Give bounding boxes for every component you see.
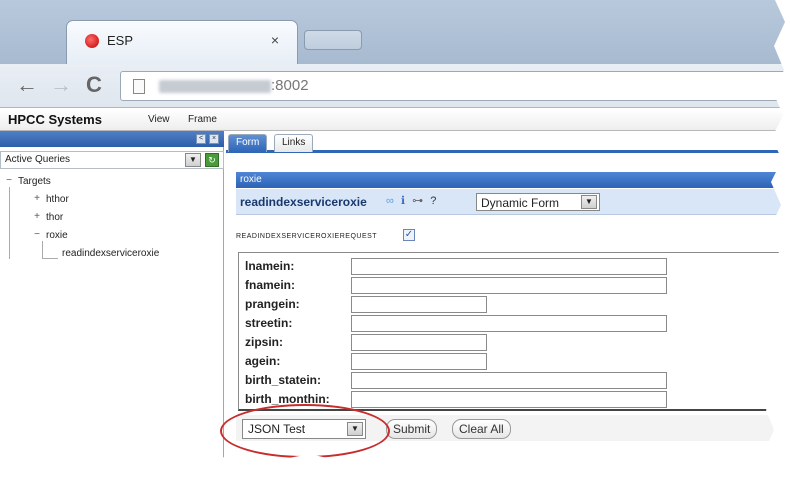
screenshot: ESP × ← → C :8002 HPCC Systems View Fram… (0, 0, 790, 489)
service-row: readindexserviceroxie ∞ ℹ ⊶ ? Dynamic Fo… (236, 189, 790, 215)
agein-input[interactable] (351, 353, 487, 370)
refresh-icon[interactable]: ↻ (205, 153, 219, 167)
browser-tab-title: ESP (107, 33, 134, 48)
tree-item-hthor[interactable]: hthor (46, 194, 69, 205)
redacted-host (159, 80, 271, 93)
birth-statein-input[interactable] (351, 372, 667, 389)
field-label-lnamein: lnamein: (245, 259, 295, 273)
link-icon[interactable]: ∞ (386, 195, 396, 207)
tree-item-thor[interactable]: thor (46, 212, 63, 223)
tab-links[interactable]: Links (274, 134, 314, 152)
tree-root-targets[interactable]: Targets (18, 176, 51, 187)
tab-form[interactable]: Form (228, 134, 268, 152)
tree-item-readindexserviceroxie[interactable]: readindexserviceroxie (62, 248, 159, 259)
collapse-icon[interactable]: < (196, 134, 206, 144)
annotation-ring (220, 404, 390, 458)
zipsin-input[interactable] (351, 334, 487, 351)
info-icon[interactable]: ℹ (401, 195, 407, 207)
service-name: readindexserviceroxie (240, 195, 367, 209)
schema-icon[interactable]: ⊶ (412, 195, 425, 207)
tree-item-roxie[interactable]: roxie (46, 230, 68, 241)
cluster-name: roxie (240, 174, 262, 185)
collapse-toggle-icon[interactable]: − (4, 175, 14, 186)
lnamein-input[interactable] (351, 258, 667, 275)
field-label-prangein: prangein: (245, 297, 300, 311)
app-menubar: HPCC Systems View Frame (0, 109, 790, 131)
browser-toolbar: ← → C :8002 (0, 64, 790, 108)
fnamein-input[interactable] (351, 277, 667, 294)
menu-view[interactable]: View (148, 114, 170, 125)
browser-tabstrip: ESP × (0, 0, 790, 64)
chevron-down-icon[interactable]: ▼ (581, 195, 597, 209)
form-mode-value: Dynamic Form (481, 196, 560, 210)
service-action-icons: ∞ ℹ ⊶ ? (386, 194, 438, 207)
request-label: readindexserviceroxieRequest (236, 233, 378, 240)
birth-monthin-input[interactable] (351, 391, 667, 408)
query-type-value: Active Queries (5, 154, 71, 165)
field-label-fnamein: fnamein: (245, 278, 296, 292)
expand-toggle-icon[interactable]: + (32, 193, 42, 204)
field-label-zipsin: zipsin: (245, 335, 283, 349)
tree-connector (42, 241, 43, 259)
collapse-toggle-icon[interactable]: − (32, 229, 42, 240)
form-tabbar: Form Links (226, 131, 790, 153)
site-favicon-icon (85, 34, 99, 48)
field-label-agein: agein: (245, 354, 281, 368)
close-panel-icon[interactable]: × (209, 134, 219, 144)
query-type-select[interactable]: Active Queries ▼ ↻ (0, 151, 224, 169)
field-label-birth-statein: birth_statein: (245, 373, 322, 387)
tree-connector (9, 187, 10, 259)
new-tab-button[interactable] (304, 30, 362, 50)
request-row: readindexserviceroxieRequest ✓ (236, 229, 790, 247)
panel-header: < × (0, 131, 224, 147)
close-icon[interactable]: × (271, 32, 279, 48)
expand-toggle-icon[interactable]: + (32, 211, 42, 222)
streetin-input[interactable] (351, 315, 667, 332)
submit-button[interactable]: Submit (386, 419, 438, 439)
address-bar[interactable]: :8002 (120, 71, 790, 101)
forward-arrow-icon[interactable]: → (50, 72, 72, 98)
tree-connector (42, 258, 58, 259)
back-arrow-icon[interactable]: ← (16, 72, 38, 98)
field-label-streetin: streetin: (245, 316, 293, 330)
request-checkbox[interactable]: ✓ (403, 229, 415, 241)
prangein-input[interactable] (351, 296, 487, 313)
form-mode-select[interactable]: Dynamic Form ▼ (476, 193, 600, 211)
clear-all-button[interactable]: Clear All (452, 419, 511, 439)
request-fields: lnamein: fnamein: prangein: streetin: zi… (238, 252, 790, 411)
chevron-down-icon[interactable]: ▼ (185, 153, 201, 167)
cluster-title-bar: roxie (236, 172, 790, 188)
menu-frame[interactable]: Frame (188, 114, 217, 125)
navigation-panel: < × Active Queries ▼ ↻ − Targets + hthor… (0, 131, 224, 489)
app-brand: HPCC Systems (8, 112, 102, 127)
browser-tab[interactable]: ESP × (66, 20, 298, 64)
page-icon (133, 79, 145, 94)
help-icon[interactable]: ? (430, 195, 438, 207)
url-port: :8002 (271, 77, 309, 94)
reload-icon[interactable]: C (86, 72, 102, 98)
